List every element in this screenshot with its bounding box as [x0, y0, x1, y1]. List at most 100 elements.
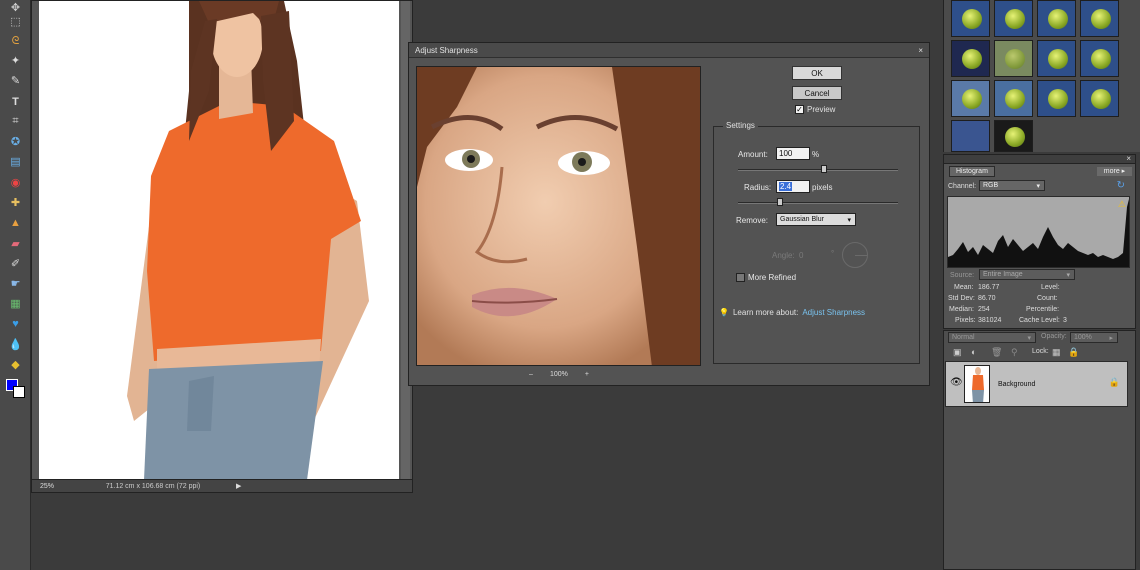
background-color-swatch[interactable] [13, 386, 25, 398]
effect-thumbnail[interactable] [1080, 0, 1119, 37]
blur-icon[interactable]: 💧 [7, 337, 24, 352]
more-refined-row[interactable]: More Refined [736, 273, 796, 282]
adjustment-layer-icon[interactable]: ◐ [971, 347, 976, 357]
chevron-down-icon: ▾ [1066, 271, 1070, 279]
smart-brush-icon[interactable]: ☛ [7, 276, 24, 291]
radius-slider-thumb[interactable] [777, 198, 783, 206]
layer-name: Background [998, 381, 1036, 388]
learn-more-link[interactable]: Adjust Sharpness [802, 308, 865, 317]
amount-slider[interactable] [738, 169, 898, 171]
opacity-field[interactable]: 100% ▸ [1070, 332, 1118, 343]
effect-thumbnail[interactable] [951, 120, 990, 152]
cancel-button[interactable]: Cancel [792, 86, 842, 100]
marquee-tool-icon[interactable]: ⬚ [7, 14, 24, 29]
effect-thumbnail[interactable] [1037, 0, 1076, 37]
more-refined-checkbox[interactable] [736, 273, 745, 282]
amount-unit: % [812, 150, 820, 159]
effect-thumbnail[interactable] [994, 120, 1033, 152]
magic-wand-icon[interactable]: ✦ [7, 53, 24, 68]
refresh-icon[interactable]: ↻ [1117, 180, 1125, 191]
toolbox: ✥ ⬚ ᘓ ✦ ✎ T ⌗ ✪ ▤ ◉ ✚ ▲ ▰ ✐ ☛ ▦ ♥ 💧 ◆ [0, 0, 31, 570]
image-canvas[interactable] [39, 1, 399, 480]
brush-icon[interactable]: ✐ [7, 256, 24, 271]
new-layer-icon[interactable]: ▣ [953, 347, 962, 358]
clone-stamp-icon[interactable]: ▲ [7, 215, 24, 230]
preview-zoom-control: – 100% + [529, 369, 589, 379]
effect-thumbnail[interactable] [1080, 80, 1119, 117]
effect-thumbnail[interactable] [1037, 80, 1076, 117]
document-window: 25% 71.12 cm x 106.68 cm (72 ppi) ▶ [31, 0, 413, 493]
close-icon[interactable]: × [918, 46, 923, 55]
angle-dial[interactable] [842, 242, 868, 268]
lasso-tool-icon[interactable]: ᘓ [7, 34, 24, 49]
trash-icon[interactable]: 🗑 [991, 347, 1002, 358]
source-select[interactable]: Entire Image ▾ [979, 269, 1075, 280]
link-icon[interactable]: ⚲ [1011, 347, 1018, 358]
angle-label: Angle: [772, 251, 795, 260]
type-tool-icon[interactable]: T [7, 94, 24, 109]
amount-slider-thumb[interactable] [821, 165, 827, 173]
tab-histogram[interactable]: Histogram [949, 166, 995, 177]
settings-legend: Settings [723, 121, 758, 130]
effect-thumbnail[interactable] [994, 80, 1033, 117]
red-eye-icon[interactable]: ◉ [7, 175, 24, 190]
learn-more-row: 💡 Learn more about: Adjust Sharpness [719, 308, 865, 317]
sharpness-preview[interactable] [416, 66, 701, 366]
zoom-out-button[interactable]: – [529, 371, 533, 378]
woman-photo [39, 1, 399, 480]
eye-icon[interactable]: 👁 [950, 377, 963, 388]
healing-brush-icon[interactable]: ✚ [7, 195, 24, 210]
effect-thumbnail[interactable] [1037, 40, 1076, 77]
chevron-right-icon: ▸ [1109, 334, 1113, 342]
remove-select[interactable]: Gaussian Blur ▾ [776, 213, 856, 226]
cookie-cutter-icon[interactable]: ✪ [7, 134, 24, 149]
pixels-value: 381024 [978, 317, 1002, 324]
source-select-value: Entire Image [983, 271, 1023, 278]
info-menu-arrow-icon[interactable]: ▶ [236, 482, 241, 490]
shape-icon[interactable]: ♥ [7, 316, 24, 331]
preview-checkbox[interactable]: ✓ [795, 105, 804, 114]
lock-transparency-icon[interactable]: ▦ [1052, 347, 1061, 358]
radius-input[interactable]: 2.4 [776, 180, 810, 193]
stddev-value: 86.70 [978, 295, 996, 302]
blend-mode-value: Normal [952, 334, 975, 341]
effect-thumbnail[interactable] [1080, 40, 1119, 77]
document-info: 71.12 cm x 106.68 cm (72 ppi) [105, 482, 201, 490]
count-label: Count: [1037, 295, 1058, 302]
pixels-label: Pixels: [955, 317, 976, 324]
gradient-icon[interactable]: ▦ [7, 296, 24, 311]
lock-label: Lock: [1032, 348, 1049, 355]
layer-row-background[interactable]: 👁 Background 🔒 [945, 361, 1128, 407]
remove-select-value: Gaussian Blur [780, 216, 824, 223]
eraser-icon[interactable]: ▰ [7, 236, 24, 251]
more-menu-button[interactable]: more ▸ [1097, 167, 1132, 176]
blend-mode-select[interactable]: Normal ▾ [948, 332, 1036, 343]
effect-thumbnail[interactable] [994, 0, 1033, 37]
straighten-icon[interactable]: ▤ [7, 154, 24, 169]
zoom-field[interactable]: 25% [32, 483, 78, 490]
layers-panel: Normal ▾ Opacity: 100% ▸ ▣ ◐ 🗑 ⚲ Lock: ▦… [943, 330, 1136, 570]
effect-thumbnail[interactable] [994, 40, 1033, 77]
opacity-value: 100% [1074, 334, 1092, 341]
effect-thumbnail[interactable] [951, 40, 990, 77]
channel-select[interactable]: RGB ▾ [979, 180, 1045, 191]
ok-button[interactable]: OK [792, 66, 842, 80]
crop-tool-icon[interactable]: ⌗ [7, 114, 24, 129]
zoom-in-button[interactable]: + [585, 371, 589, 378]
opacity-label: Opacity: [1041, 333, 1067, 340]
dialog-titlebar[interactable]: Adjust Sharpness × [409, 43, 929, 58]
panel-drag-bar[interactable]: × [944, 154, 1135, 164]
warning-icon[interactable]: ⚠ [1118, 199, 1126, 210]
close-icon[interactable]: × [1126, 154, 1131, 163]
effect-thumbnail[interactable] [951, 0, 990, 37]
preview-checkbox-row[interactable]: ✓ Preview [795, 105, 835, 114]
histogram-graph: ⚠ [947, 196, 1130, 268]
lock-all-icon[interactable]: 🔒 [1068, 347, 1079, 358]
effect-thumbnail[interactable] [951, 80, 990, 117]
radius-slider[interactable] [738, 202, 898, 204]
sponge-icon[interactable]: ◆ [7, 357, 24, 372]
move-tool-icon[interactable]: ✥ [7, 0, 24, 15]
selection-brush-icon[interactable]: ✎ [7, 73, 24, 88]
source-label: Source: [950, 272, 975, 279]
amount-input[interactable]: 100 [776, 147, 810, 160]
